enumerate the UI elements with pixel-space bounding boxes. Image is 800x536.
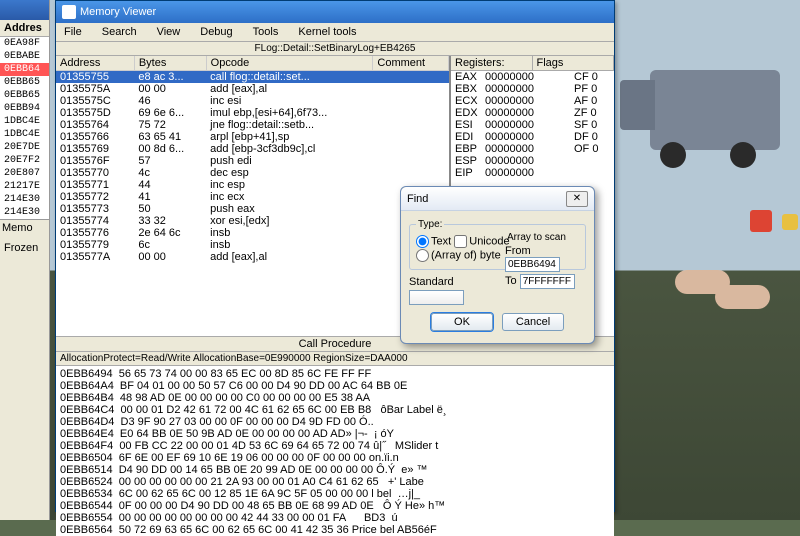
- disasm-row[interactable]: 0135577A00 00add [eax],al: [56, 251, 449, 263]
- disasm-row[interactable]: 0135575D69 6e 6...imul ebp,[esi+64],6f73…: [56, 107, 449, 119]
- col-comment[interactable]: Comment: [373, 56, 449, 71]
- to-input[interactable]: [520, 274, 575, 289]
- register-row: EAX00000000CF 0: [451, 71, 614, 83]
- hex-line[interactable]: 0EBB6494 56 65 73 74 00 00 83 65 EC 00 8…: [60, 368, 610, 380]
- hex-line[interactable]: 0EBB6504 6F 6E 00 EF 69 10 6E 19 06 00 0…: [60, 452, 610, 464]
- col-bytes[interactable]: Bytes: [134, 56, 206, 71]
- disasm-row[interactable]: 0135577144inc esp: [56, 179, 449, 191]
- array-range: Array to scan From To: [505, 232, 585, 291]
- subtitle: FLog::Detail::SetBinaryLog+EB4265: [56, 42, 614, 56]
- left-titlebar[interactable]: [0, 0, 49, 20]
- menu-file[interactable]: File: [60, 25, 86, 39]
- register-row: ESP00000000: [451, 155, 614, 167]
- titlebar[interactable]: Memory Viewer: [56, 1, 614, 23]
- hex-line[interactable]: 0EBB64A4 BF 04 01 00 00 50 57 C6 00 00 D…: [60, 380, 610, 392]
- left-panel: Addres 0EA98F0EBABE0EBB640EBB650EBB650EB…: [0, 0, 50, 520]
- disasm-row[interactable]: 013557704cdec esp: [56, 167, 449, 179]
- type-fieldset: Type: Text Unicode (Array of) byte Array…: [409, 219, 586, 270]
- hex-line[interactable]: 0EBB6514 D4 90 DD 00 14 65 BB 0E 20 99 A…: [60, 464, 610, 476]
- registers-header: Registers:: [451, 56, 533, 70]
- register-row: EDI00000000DF 0: [451, 131, 614, 143]
- address-item[interactable]: 0EA98F: [0, 37, 49, 50]
- address-item[interactable]: 0EBB65: [0, 89, 49, 102]
- address-header: Addres: [0, 20, 49, 37]
- disasm-row[interactable]: 0135576900 8d 6...add [ebp-3cf3db9c],cl: [56, 143, 449, 155]
- col-address[interactable]: Address: [56, 56, 134, 71]
- find-title: Find: [407, 193, 428, 205]
- decor: [675, 270, 730, 294]
- menu-view[interactable]: View: [153, 25, 185, 39]
- address-item[interactable]: 214E30: [0, 206, 49, 219]
- yellow-block: [782, 214, 798, 230]
- find-titlebar[interactable]: Find ✕: [401, 187, 594, 211]
- hex-line[interactable]: 0EBB64B4 48 98 AD 0E 00 00 00 00 C0 00 0…: [60, 392, 610, 404]
- register-row: EIP00000000: [451, 167, 614, 179]
- hex-line[interactable]: 0EBB64D4 D3 9F 90 27 03 00 00 0F 00 00 0…: [60, 416, 610, 428]
- disasm-row[interactable]: 01355755e8 ac 3...call flog::detail::set…: [56, 71, 449, 84]
- allocation-bar: AllocationProtect=Read/Write AllocationB…: [56, 352, 614, 366]
- hex-line[interactable]: 0EBB64E4 E0 64 BB 0E 50 9B AD 0E 00 00 0…: [60, 428, 610, 440]
- address-item[interactable]: 0EBABE: [0, 50, 49, 63]
- register-row: ESI00000000SF 0: [451, 119, 614, 131]
- search-input[interactable]: [409, 290, 464, 305]
- cancel-button[interactable]: Cancel: [502, 313, 564, 331]
- disasm-row[interactable]: 0135575C46inc esi: [56, 95, 449, 107]
- menu-tools[interactable]: Tools: [249, 25, 283, 39]
- hex-line[interactable]: 0EBB6534 6C 00 62 65 6C 00 12 85 1E 6A 9…: [60, 488, 610, 500]
- address-item[interactable]: 0EBB65: [0, 76, 49, 89]
- register-row: ECX00000000AF 0: [451, 95, 614, 107]
- window-title: Memory Viewer: [80, 6, 156, 18]
- unicode-check[interactable]: [454, 235, 467, 248]
- address-item[interactable]: 0EBB64: [0, 63, 49, 76]
- disassembly-pane[interactable]: Address Bytes Opcode Comment 01355755e8 …: [56, 56, 449, 336]
- register-row: EDX00000000ZF 0: [451, 107, 614, 119]
- memo-tab[interactable]: Memo: [0, 219, 49, 236]
- truck-graphic: [650, 70, 780, 150]
- from-input[interactable]: [505, 257, 560, 272]
- hex-line[interactable]: 0EBB6524 00 00 00 00 00 00 21 2A 93 00 0…: [60, 476, 610, 488]
- address-item[interactable]: 20E7DE: [0, 141, 49, 154]
- hex-line[interactable]: 0EBB64F4 00 FB CC 22 00 00 01 4D 53 6C 6…: [60, 440, 610, 452]
- flags-header: Flags: [533, 56, 615, 70]
- hex-line[interactable]: 0EBB6554 00 00 00 00 00 00 00 00 42 44 3…: [60, 512, 610, 524]
- address-item[interactable]: 214E30: [0, 193, 49, 206]
- register-row: EBX00000000PF 0: [451, 83, 614, 95]
- disasm-row[interactable]: 0135576475 72jne flog::detail::setb...: [56, 119, 449, 131]
- address-item[interactable]: 1DBC4E: [0, 128, 49, 141]
- menu-debug[interactable]: Debug: [196, 25, 236, 39]
- disasm-row[interactable]: 0135577241inc ecx: [56, 191, 449, 203]
- address-item[interactable]: 20E807: [0, 167, 49, 180]
- hex-line[interactable]: 0EBB6564 50 72 69 63 65 6C 00 62 65 6C 0…: [60, 524, 610, 536]
- menubar[interactable]: File Search View Debug Tools Kernel tools: [56, 23, 614, 42]
- app-icon: [62, 5, 76, 19]
- disasm-row[interactable]: 0135576663 65 41arpl [ebp+41],sp: [56, 131, 449, 143]
- hex-line[interactable]: 0EBB64C4 00 00 01 D2 42 61 72 00 4C 61 6…: [60, 404, 610, 416]
- frozen-label: Frozen: [0, 240, 49, 256]
- disasm-row[interactable]: 0135577433 32xor esi,[edx]: [56, 215, 449, 227]
- register-row: EBP00000000OF 0: [451, 143, 614, 155]
- disasm-row[interactable]: 013557762e 64 6cinsb: [56, 227, 449, 239]
- menu-kernel tools[interactable]: Kernel tools: [294, 25, 360, 39]
- disasm-row[interactable]: 0135576F57push edi: [56, 155, 449, 167]
- disasm-row[interactable]: 0135577350push eax: [56, 203, 449, 215]
- type-legend: Type:: [416, 219, 444, 230]
- address-item[interactable]: 21217E: [0, 180, 49, 193]
- ok-button[interactable]: OK: [431, 313, 493, 331]
- disasm-row[interactable]: 0135575A00 00add [eax],al: [56, 83, 449, 95]
- find-dialog: Find ✕ Type: Text Unicode (Array of) byt…: [400, 186, 595, 344]
- red-block: [750, 210, 772, 232]
- menu-search[interactable]: Search: [98, 25, 141, 39]
- hex-line[interactable]: 0EBB6544 0F 00 00 00 D4 90 DD 00 48 65 B…: [60, 500, 610, 512]
- address-item[interactable]: 1DBC4E: [0, 115, 49, 128]
- close-icon[interactable]: ✕: [566, 191, 588, 207]
- hex-dump-pane[interactable]: 0EBB6494 56 65 73 74 00 00 83 65 EC 00 8…: [56, 366, 614, 536]
- col-opcode[interactable]: Opcode: [206, 56, 373, 71]
- disasm-row[interactable]: 013557796cinsb: [56, 239, 449, 251]
- address-list[interactable]: 0EA98F0EBABE0EBB640EBB650EBB650EBB941DBC…: [0, 37, 49, 219]
- address-item[interactable]: 20E7F2: [0, 154, 49, 167]
- address-item[interactable]: 0EBB94: [0, 102, 49, 115]
